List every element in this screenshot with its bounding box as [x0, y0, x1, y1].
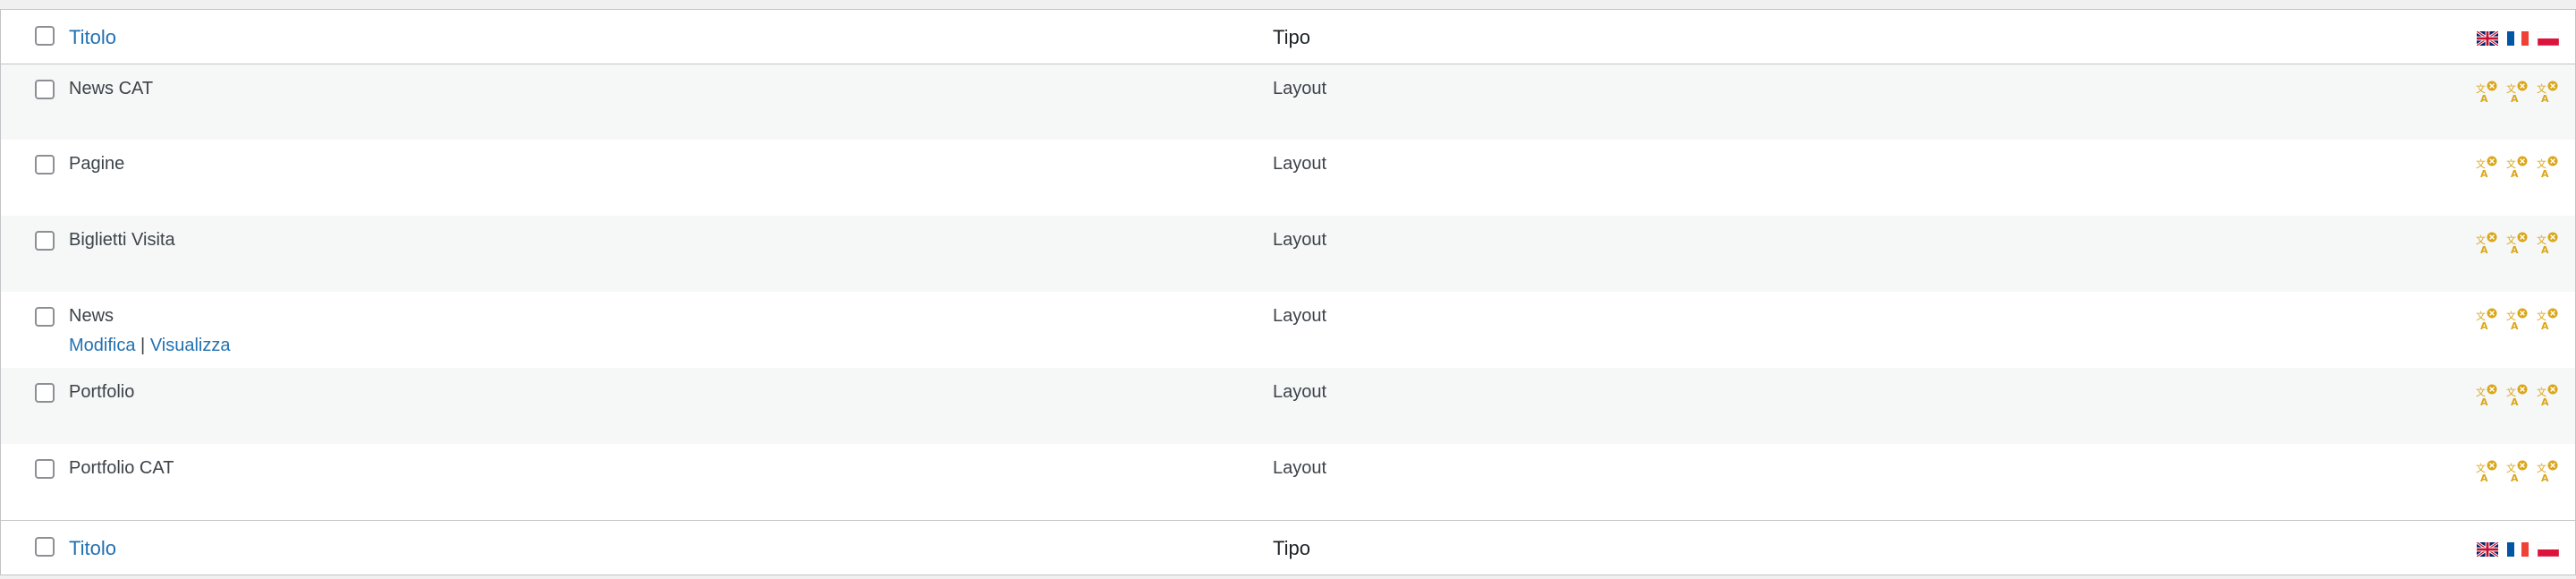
list-table: Titolo Tipo News CAT Layout 文 A 文 A 文 A … [0, 9, 2576, 575]
flag-uk-icon [2477, 31, 2498, 46]
flag-uk-icon [2477, 541, 2498, 557]
svg-text:A: A [2511, 168, 2519, 179]
row-type: Layout [1273, 78, 1327, 98]
translate-add-icon[interactable]: 文 A [2505, 232, 2529, 255]
row-checkbox[interactable] [35, 231, 55, 251]
translation-actions: 文 A 文 A 文 A [2475, 292, 2559, 331]
table-row: Pagine Layout 文 A 文 A 文 A [1, 140, 2575, 216]
language-flags-footer [2477, 521, 2559, 557]
svg-text:A: A [2480, 168, 2488, 179]
svg-text:A: A [2480, 93, 2488, 104]
translation-actions: 文 A 文 A 文 A [2475, 444, 2559, 483]
row-title[interactable]: News CAT [69, 79, 1273, 99]
svg-text:A: A [2511, 93, 2519, 104]
svg-text:A: A [2511, 396, 2519, 407]
row-checkbox[interactable] [35, 307, 55, 327]
svg-text:A: A [2511, 320, 2519, 331]
table-footer-row: Titolo Tipo [1, 520, 2575, 574]
flag-fr-icon [2507, 541, 2529, 557]
translate-add-icon[interactable]: 文 A [2505, 384, 2529, 407]
translation-actions: 文 A 文 A 文 A [2475, 216, 2559, 255]
svg-text:A: A [2480, 473, 2488, 483]
table-row: Portfolio Layout 文 A 文 A 文 A [1, 368, 2575, 444]
svg-text:A: A [2511, 473, 2519, 483]
svg-text:A: A [2541, 320, 2549, 331]
table-row: Portfolio CAT Layout 文 A 文 A 文 A [1, 444, 2575, 520]
translate-add-icon[interactable]: 文 A [2475, 81, 2498, 104]
row-checkbox[interactable] [35, 383, 55, 403]
type-column-header: Tipo [1273, 26, 1310, 48]
svg-text:A: A [2511, 244, 2519, 255]
row-checkbox[interactable] [35, 79, 55, 99]
row-checkbox[interactable] [35, 459, 55, 479]
svg-text:A: A [2541, 396, 2549, 407]
svg-text:A: A [2480, 244, 2488, 255]
translate-add-icon[interactable]: 文 A [2505, 308, 2529, 331]
table-header-row: Titolo Tipo [1, 10, 2575, 64]
svg-text:A: A [2541, 473, 2549, 483]
row-actions: Modifica | Visualizza [69, 336, 1273, 356]
flag-pl-icon [2538, 31, 2559, 46]
row-title[interactable]: Pagine [69, 154, 1273, 175]
table-row: News Modifica | Visualizza Layout 文 A 文 … [1, 292, 2575, 368]
row-checkbox[interactable] [35, 155, 55, 175]
row-type: Layout [1273, 306, 1327, 326]
row-type: Layout [1273, 230, 1327, 250]
translate-add-icon[interactable]: 文 A [2475, 384, 2498, 407]
translate-add-icon[interactable]: 文 A [2505, 460, 2529, 483]
translate-add-icon[interactable]: 文 A [2505, 156, 2529, 179]
view-link[interactable]: Visualizza [150, 336, 231, 355]
edit-link[interactable]: Modifica [69, 336, 135, 355]
translate-add-icon[interactable]: 文 A [2536, 460, 2559, 483]
row-title[interactable]: Portfolio [69, 382, 1273, 403]
svg-text:A: A [2480, 396, 2488, 407]
translate-add-icon[interactable]: 文 A [2536, 81, 2559, 104]
title-column-header[interactable]: Titolo [69, 26, 116, 49]
row-type: Layout [1273, 458, 1327, 478]
translation-actions: 文 A 文 A 文 A [2475, 140, 2559, 179]
type-column-footer: Tipo [1273, 536, 1310, 559]
translate-add-icon[interactable]: 文 A [2505, 81, 2529, 104]
row-title[interactable]: Biglietti Visita [69, 230, 1273, 251]
flag-pl-icon [2538, 541, 2559, 557]
translation-actions: 文 A 文 A 文 A [2475, 64, 2559, 104]
svg-text:A: A [2480, 320, 2488, 331]
row-title[interactable]: Portfolio CAT [69, 458, 1273, 479]
translation-actions: 文 A 文 A 文 A [2475, 368, 2559, 407]
row-title[interactable]: News [69, 306, 1273, 327]
table-row: Biglietti Visita Layout 文 A 文 A 文 A [1, 216, 2575, 292]
flag-fr-icon [2507, 31, 2529, 46]
svg-text:A: A [2541, 168, 2549, 179]
row-actions-separator: | [140, 336, 146, 355]
translate-add-icon[interactable]: 文 A [2475, 232, 2498, 255]
select-all-checkbox-footer[interactable] [35, 536, 55, 557]
translate-add-icon[interactable]: 文 A [2536, 308, 2559, 331]
table-row: News CAT Layout 文 A 文 A 文 A [1, 64, 2575, 140]
row-type: Layout [1273, 154, 1327, 174]
row-type: Layout [1273, 382, 1327, 402]
svg-text:A: A [2541, 93, 2549, 104]
select-all-checkbox[interactable] [35, 26, 55, 46]
svg-text:A: A [2541, 244, 2549, 255]
translate-add-icon[interactable]: 文 A [2536, 232, 2559, 255]
translate-add-icon[interactable]: 文 A [2536, 156, 2559, 179]
translate-add-icon[interactable]: 文 A [2536, 384, 2559, 407]
language-flags [2477, 10, 2559, 46]
translate-add-icon[interactable]: 文 A [2475, 460, 2498, 483]
title-column-footer[interactable]: Titolo [69, 537, 116, 560]
translate-add-icon[interactable]: 文 A [2475, 308, 2498, 331]
translate-add-icon[interactable]: 文 A [2475, 156, 2498, 179]
